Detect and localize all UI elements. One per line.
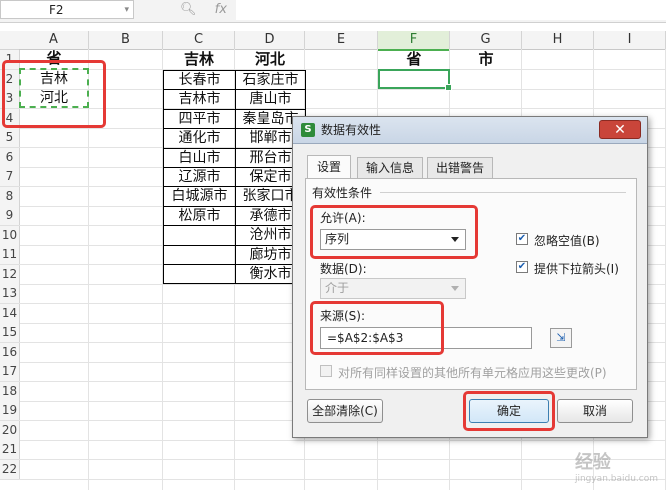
dialog-titlebar[interactable]: S 数据有效性 ✕ <box>293 117 647 144</box>
column-header-h[interactable]: H <box>522 31 594 50</box>
tab-settings[interactable]: 设置 <box>307 155 351 178</box>
watermark-text: 经验 <box>574 452 611 473</box>
dropdown-arrow-label[interactable]: 提供下拉箭头(I) <box>534 260 619 277</box>
row-header-7[interactable]: 7 <box>0 167 20 187</box>
data-select: 介于 <box>320 278 466 299</box>
ignore-blank-label[interactable]: 忽略空值(B) <box>534 232 600 249</box>
dialog-title: 数据有效性 <box>321 123 382 137</box>
grid-line <box>19 88 666 90</box>
cell-c8[interactable]: 白城源市 <box>163 186 236 207</box>
zoom-icon[interactable]: 🔍︎ <box>180 2 197 17</box>
formula-icons: 🔍︎ fx <box>180 0 241 20</box>
cell-d2[interactable]: 石家庄市 <box>235 70 306 91</box>
row-header-17[interactable]: 17 <box>0 362 20 382</box>
row-header-18[interactable]: 18 <box>0 381 20 402</box>
column-header-c[interactable]: C <box>163 31 235 50</box>
row-header-21[interactable]: 21 <box>0 440 20 460</box>
row-header-9[interactable]: 9 <box>0 206 20 226</box>
close-button[interactable]: ✕ <box>599 120 641 139</box>
cell-c6[interactable]: 白山市 <box>163 147 236 168</box>
formula-input[interactable] <box>236 0 666 20</box>
column-header-d[interactable]: D <box>235 31 305 50</box>
formula-bar: F2 ▾ 🔍︎ fx <box>0 0 666 23</box>
cancel-button[interactable]: 取消 <box>557 399 633 423</box>
select-all-corner[interactable] <box>0 31 20 50</box>
clear-all-button[interactable]: 全部清除(C) <box>307 399 383 423</box>
range-select-icon: ⇲ <box>556 331 566 344</box>
grid-line <box>19 478 666 480</box>
close-icon: ✕ <box>614 122 626 138</box>
fx-icon[interactable]: fx <box>215 2 227 17</box>
row-header-10[interactable]: 10 <box>0 225 20 246</box>
grid-line <box>19 108 666 109</box>
ignore-blank-checkbox[interactable]: ✔ <box>516 233 528 245</box>
cell-f1[interactable]: 省 <box>378 50 450 69</box>
highlight-source <box>310 301 444 355</box>
cell-c7[interactable]: 辽源市 <box>163 167 236 188</box>
cell-c3[interactable]: 吉林市 <box>163 89 236 110</box>
range-picker-button[interactable]: ⇲ <box>550 328 572 348</box>
name-box[interactable]: F2 ▾ <box>0 0 134 19</box>
cell-g1[interactable]: 市 <box>450 50 522 69</box>
section-title: 有效性条件 <box>312 186 373 200</box>
apply-all-checkbox <box>320 365 332 377</box>
chevron-down-icon <box>451 286 459 291</box>
grid-line <box>19 459 666 460</box>
data-select-value: 介于 <box>325 281 350 295</box>
cell-c2[interactable]: 长春市 <box>163 70 236 91</box>
column-header-g[interactable]: G <box>450 31 522 50</box>
cell-c12[interactable] <box>163 264 236 285</box>
grid-line <box>19 69 666 70</box>
cell-c9[interactable]: 松原市 <box>163 205 236 227</box>
chevron-down-icon[interactable]: ▾ <box>76 1 129 20</box>
cell-d3[interactable]: 唐山市 <box>235 89 306 110</box>
cell-c5[interactable]: 通化市 <box>163 128 236 149</box>
app-icon: S <box>301 123 315 137</box>
data-label: 数据(D): <box>320 262 367 276</box>
cell-c11[interactable] <box>163 244 236 265</box>
highlight-ok <box>463 391 555 431</box>
row-header-22[interactable]: 22 <box>0 459 20 480</box>
row-header-20[interactable]: 20 <box>0 420 20 441</box>
tab-error-alert[interactable]: 出错警告 <box>427 157 493 178</box>
tab-input-message[interactable]: 输入信息 <box>357 157 423 178</box>
apply-all-label: 对所有同样设置的其他所有单元格应用这些更改(P) <box>338 366 607 380</box>
column-header-i[interactable]: I <box>594 31 666 50</box>
row-header-19[interactable]: 19 <box>0 401 20 421</box>
row-header-12[interactable]: 12 <box>0 264 20 285</box>
row-header-15[interactable]: 15 <box>0 323 20 343</box>
dropdown-arrow-checkbox[interactable]: ✔ <box>516 261 528 273</box>
column-header-b[interactable]: B <box>89 31 163 50</box>
row-header-16[interactable]: 16 <box>0 342 20 363</box>
watermark-sub: jingyan.baidu.com <box>574 474 658 484</box>
highlight-allow <box>310 205 478 259</box>
cell-c10[interactable] <box>163 225 236 246</box>
cell-c1[interactable]: 吉林 <box>163 50 235 69</box>
column-header-a[interactable]: A <box>19 31 89 50</box>
highlight-source-range <box>2 60 106 128</box>
active-cell-f2[interactable] <box>378 69 452 91</box>
cell-c4[interactable]: 四平市 <box>163 108 236 130</box>
row-header-14[interactable]: 14 <box>0 303 20 324</box>
name-box-value: F2 <box>49 3 64 17</box>
section-divider <box>380 192 626 193</box>
row-header-8[interactable]: 8 <box>0 186 20 207</box>
row-header-13[interactable]: 13 <box>0 284 20 304</box>
row-header-5[interactable]: 5 <box>0 128 20 148</box>
row-header-6[interactable]: 6 <box>0 147 20 168</box>
grid-line <box>19 439 666 441</box>
data-validation-dialog: S 数据有效性 ✕ 设置 输入信息 出错警告 有效性条件 允许(A): 序列 ✔… <box>292 116 648 438</box>
row-header-11[interactable]: 11 <box>0 245 20 265</box>
column-header-e[interactable]: E <box>305 31 378 50</box>
cell-d1[interactable]: 河北 <box>235 50 305 69</box>
watermark: 经验 jingyan.baidu.com <box>575 448 658 484</box>
column-header-f[interactable]: F <box>378 31 450 51</box>
